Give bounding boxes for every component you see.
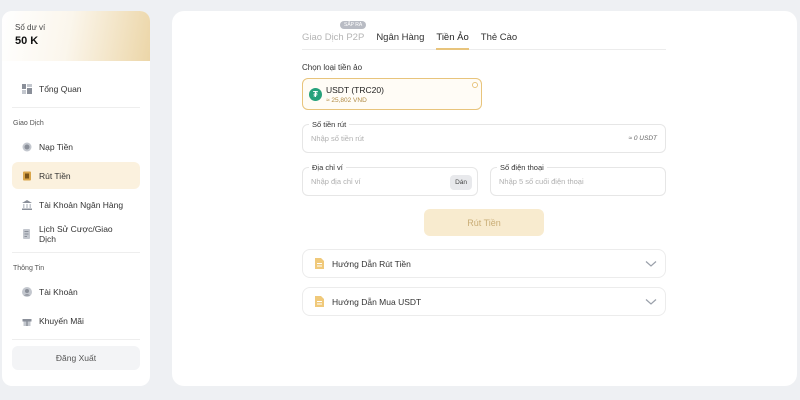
withdraw-submit-button[interactable]: Rút Tiền [424,209,544,236]
tab-label: Giao Dịch P2P [302,32,365,43]
coin-type-label: Chọn loại tiền ảo [302,63,363,72]
history-icon [23,228,30,239]
coin-rate: ≈ 25,802 VND [326,97,367,104]
guide-buy-usdt-accordion[interactable]: Hướng Dẫn Mua USDT [302,287,666,316]
sidebar-item-label: Nạp Tiền [39,141,74,152]
document-icon [315,296,324,307]
divider [12,107,140,108]
guide-title: Hướng Dẫn Rút Tiền [332,258,411,269]
coin-name: USDT (TRC20) [326,85,384,95]
tab-label: Ngân Hàng [376,32,425,43]
withdraw-panel: Giao Dịch P2P SẮP RA Ngân Hàng Tiền Ảo T… [172,11,797,386]
bank-icon [22,199,32,210]
amount-label: Số tiền rút [309,120,350,129]
wallet-address-input[interactable] [311,177,441,186]
sidebar: Số dư ví 50 K Tổng Quan Giao Dịch Nạp Ti… [2,11,150,386]
sidebar-item-label: Khuyến Mãi [39,315,84,326]
section-label-info: Thông Tin [13,265,45,272]
tab-label: Thẻ Cào [480,32,518,43]
divider [12,252,140,253]
sidebar-menu: Tổng Quan Giao Dịch Nạp Tiền Rút Tiền Tà… [2,61,150,340]
amount-input[interactable] [311,134,491,143]
wallet-address-field: Địa chỉ ví Dán [302,163,478,196]
sidebar-item-history[interactable]: Lịch Sử Cược/Giao Dịch [12,220,140,247]
sidebar-item-bank-account[interactable]: Tài Khoản Ngân Hàng [12,191,140,218]
tab-crypto[interactable]: Tiền Ảo [436,30,469,50]
divider [12,339,140,340]
wallet-address-label: Địa chỉ ví [309,163,346,172]
method-tabs: Giao Dịch P2P SẮP RA Ngân Hàng Tiền Ảo T… [302,21,666,50]
logout-button[interactable]: Đăng Xuất [12,346,140,370]
amount-usdt-estimate: ≈ 0 USDT [628,135,658,142]
amount-field: Số tiền rút ≈ 0 USDT [302,120,666,153]
sidebar-item-label: Tài Khoản [39,286,78,297]
sidebar-item-withdraw[interactable]: Rút Tiền [12,162,140,189]
sidebar-item-deposit[interactable]: Nạp Tiền [12,133,140,160]
selected-radio-icon [472,82,478,88]
sidebar-item-account[interactable]: Tài Khoản [12,278,140,305]
deposit-icon [22,142,32,151]
tab-p2p[interactable]: Giao Dịch P2P SẮP RA [302,21,367,50]
guide-withdraw-accordion[interactable]: Hướng Dẫn Rút Tiền [302,249,666,278]
balance-label: Số dư ví [15,23,46,32]
gift-icon [22,318,32,326]
sidebar-item-label: Rút Tiền [39,170,71,181]
coming-soon-badge: SẮP RA [340,21,367,29]
phone-field: Số điện thoại [490,163,666,196]
guide-title: Hướng Dẫn Mua USDT [332,296,422,307]
coin-option-usdt[interactable]: ₮ USDT (TRC20) ≈ 25,802 VND [302,78,482,110]
tether-icon: ₮ [309,88,322,101]
sidebar-item-overview[interactable]: Tổng Quan [12,75,140,102]
sidebar-item-label: Lịch Sử Cược/Giao Dịch [39,223,113,244]
dashboard-icon [22,83,32,94]
tab-label: Tiền Ảo [436,32,469,43]
tab-scratch-card[interactable]: Thẻ Cào [481,30,517,50]
user-icon [22,286,32,297]
sidebar-item-promotions[interactable]: Khuyến Mãi [12,307,140,334]
tab-bank[interactable]: Ngân Hàng [376,30,424,50]
document-icon [315,258,324,269]
section-label-transactions: Giao Dịch [13,120,44,127]
chevron-down-icon [645,298,657,305]
balance-value: 50 K [15,35,39,47]
phone-label: Số điện thoại [497,163,547,172]
wallet-balance-card: Số dư ví 50 K [2,11,150,61]
chevron-down-icon [645,260,657,267]
sidebar-item-label: Tài Khoản Ngân Hàng [39,199,124,210]
sidebar-item-label: Tổng Quan [39,83,82,94]
paste-button[interactable]: Dán [450,175,472,190]
phone-input[interactable] [499,177,659,186]
withdraw-icon [23,171,31,180]
